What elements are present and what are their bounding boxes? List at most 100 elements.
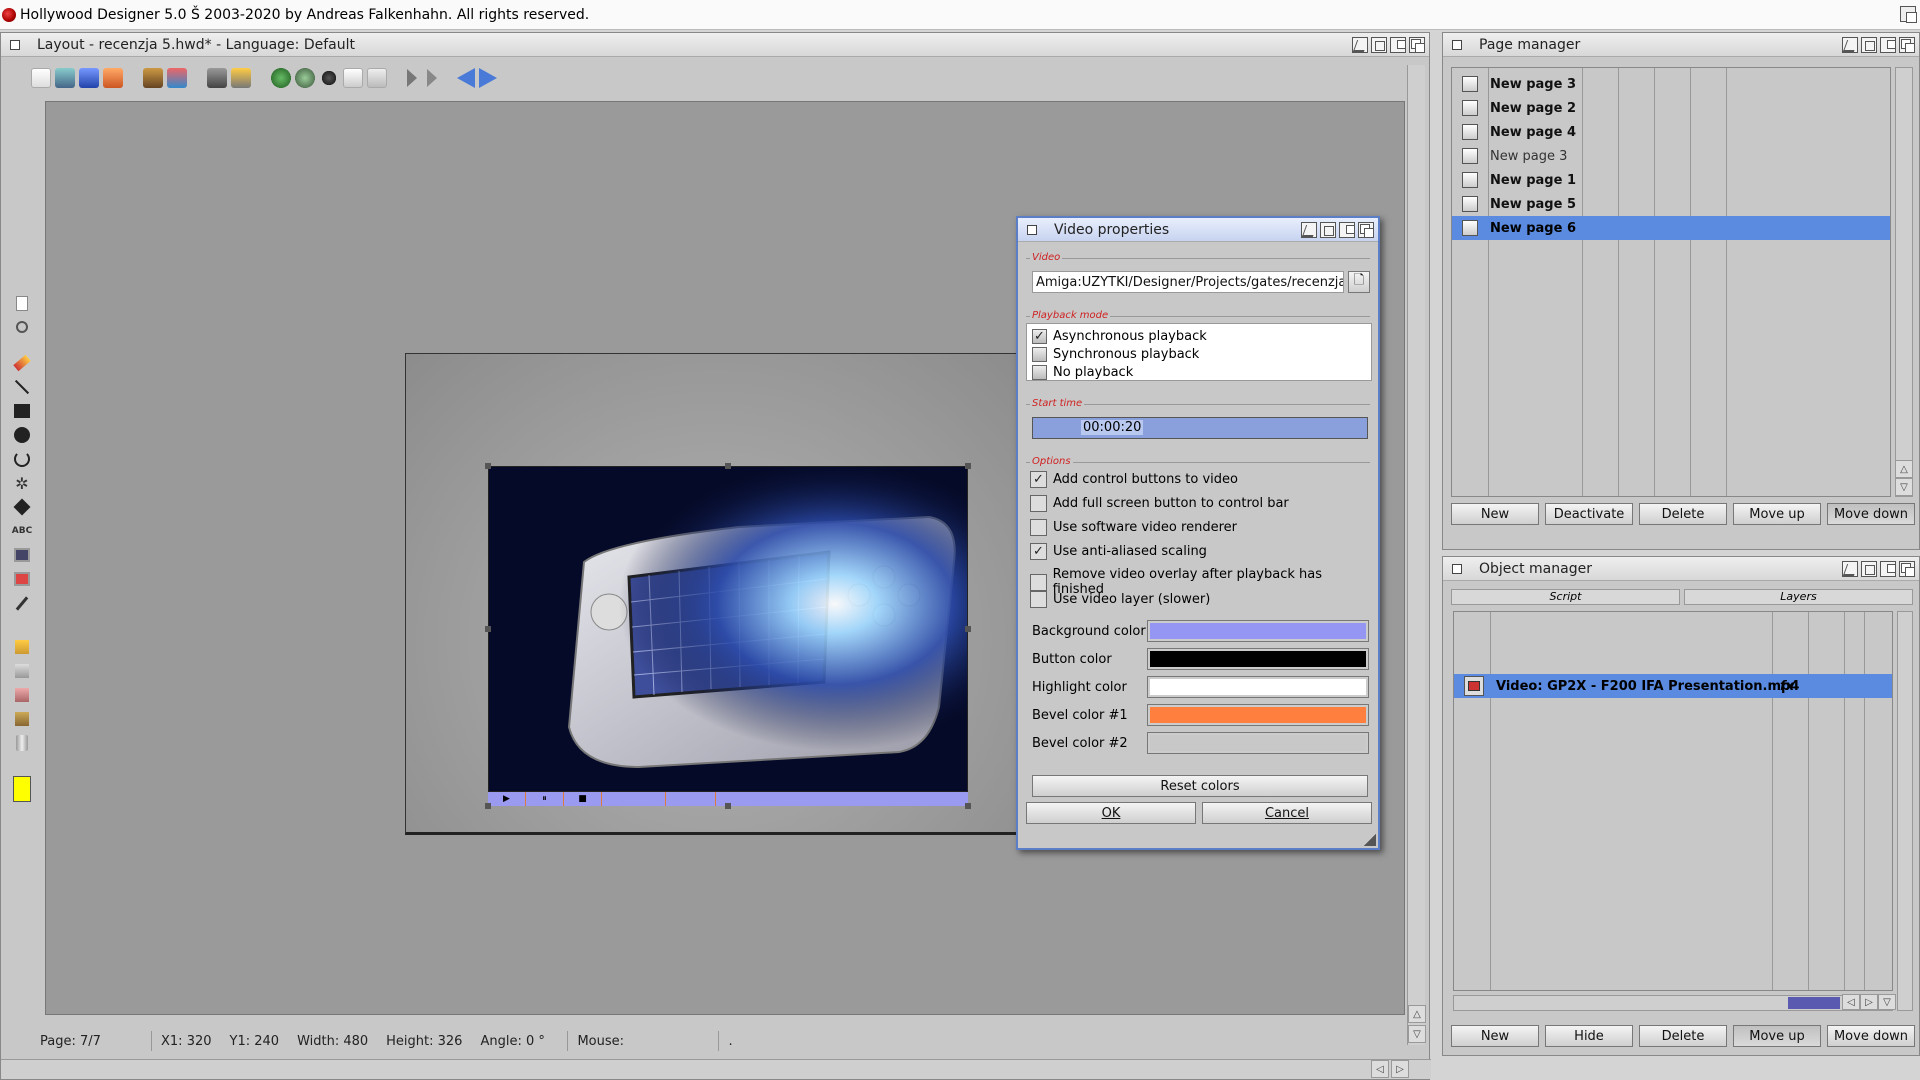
tab-script[interactable]: Script [1451,589,1680,605]
fx-icon[interactable]: fx [1780,679,1794,694]
video-pause-button[interactable]: ⏸ [526,792,564,806]
close-icon[interactable] [1027,225,1037,235]
page-list-item[interactable]: New page 3 [1452,72,1890,96]
option-checkbox[interactable] [1030,573,1047,591]
paint-tool-icon[interactable] [13,637,31,657]
cancel-button[interactable]: Cancel [1202,802,1372,824]
hide-object-button[interactable]: Hide [1545,1025,1633,1047]
page-checkbox[interactable] [1462,172,1478,188]
zoom-icon[interactable] [1390,37,1406,53]
page-list-item[interactable]: New page 3 [1452,144,1890,168]
color-swatch-button[interactable] [1147,676,1369,698]
depth-icon[interactable] [1409,37,1425,53]
page-list-item[interactable]: New page 6 [1452,216,1890,240]
line-tool-icon[interactable] [13,377,31,397]
move-up-object-button[interactable]: Move up [1733,1025,1821,1047]
open-icon[interactable] [55,68,75,88]
playback-option[interactable]: No playback [1032,365,1133,380]
resize-handle[interactable] [725,803,731,809]
resize-handle[interactable] [725,463,731,469]
page-tool-icon[interactable] [13,293,31,313]
scroll-up-icon[interactable]: △ [1408,1005,1426,1023]
import-icon[interactable] [143,68,163,88]
eyedropper-tool-icon[interactable] [13,593,31,613]
text-tool-icon[interactable]: ABC [12,521,32,541]
browse-file-icon[interactable]: 🗋 [1348,271,1370,293]
video-object[interactable] [488,466,968,792]
move-down-page-button[interactable]: Move down [1827,503,1915,525]
mask-tool-icon[interactable] [13,685,31,705]
depth-icon[interactable] [1899,37,1915,53]
move-down-object-button[interactable]: Move down [1827,1025,1915,1047]
brush-tool-icon[interactable] [13,353,31,373]
zoom-tool-icon[interactable] [13,317,31,337]
save-icon[interactable] [79,68,99,88]
option-checkbox[interactable] [1030,519,1047,536]
resize-handle[interactable] [965,803,971,809]
video-path-input[interactable] [1032,271,1344,293]
page-list-scrollbar[interactable]: △ ▽ [1895,67,1913,497]
page-checkbox[interactable] [1462,100,1478,116]
page-checkbox[interactable] [1462,148,1478,164]
horizontal-scrollbar[interactable]: ◁ ▷ [1,1059,1431,1079]
page-checkbox[interactable] [1462,124,1478,140]
snapshot-icon[interactable] [1320,222,1336,238]
page-list-item[interactable]: New page 5 [1452,192,1890,216]
depth-gadget-icon[interactable] [1900,6,1917,23]
page-checkbox[interactable] [1462,76,1478,92]
scroll-right-icon[interactable]: ▷ [1391,1060,1409,1078]
fill-color-swatch[interactable] [13,776,31,802]
arc-tool-icon[interactable] [13,449,31,469]
option-checkbox[interactable]: ✓ [1030,543,1047,560]
color-swatch-button[interactable] [1147,620,1369,642]
zoom-icon[interactable] [1880,561,1896,577]
option-checkbox-row[interactable]: Use software video renderer [1030,519,1237,536]
option-checkbox-row[interactable]: ✓ Use anti-aliased scaling [1030,543,1207,560]
iconify-icon[interactable] [1352,37,1368,53]
option-checkbox-row[interactable]: Use video layer (slower) [1030,591,1210,608]
iconify-icon[interactable] [1842,561,1858,577]
anim-tool-icon[interactable] [13,661,31,681]
cut-icon[interactable] [319,68,339,88]
play-icon[interactable] [407,69,417,87]
play-from-icon[interactable] [427,69,437,87]
video-play-button[interactable]: ▶ [488,792,526,806]
delete-object-button[interactable]: Delete [1639,1025,1727,1047]
depth-icon[interactable] [1358,222,1374,238]
camera-icon[interactable] [207,68,227,88]
option-checkbox[interactable] [1030,495,1047,512]
prev-page-icon[interactable] [457,68,475,88]
move-up-page-button[interactable]: Move up [1733,503,1821,525]
resize-grip-icon[interactable] [1364,834,1376,846]
option-checkbox[interactable]: ✓ [1030,471,1047,488]
circle-tool-icon[interactable] [13,425,31,445]
scroll-down-icon[interactable]: ▽ [1895,478,1913,496]
object-list-vscrollbar[interactable] [1897,611,1913,1011]
deactivate-page-button[interactable]: Deactivate [1545,503,1633,525]
polygon-tool-icon[interactable] [13,497,31,517]
color-swatch-button[interactable] [1147,704,1369,726]
color-swatch-button[interactable] [1147,732,1369,754]
scroll-thumb[interactable] [1788,997,1840,1009]
start-time-field[interactable]: 00:00:20 [1032,417,1368,439]
playback-option[interactable]: ✓ Asynchronous playback [1032,329,1207,344]
video-stop-button[interactable]: ■ [564,792,602,806]
playback-radio[interactable] [1032,347,1047,362]
image-tool-icon[interactable] [13,545,31,565]
new-icon[interactable] [31,68,51,88]
next-page-icon[interactable] [479,68,497,88]
scroll-right-icon[interactable]: ▷ [1860,994,1878,1010]
playback-radio[interactable] [1032,365,1047,380]
ok-button[interactable]: OK [1026,802,1196,824]
undo-icon[interactable] [271,68,291,88]
page-list-item[interactable]: New page 4 [1452,120,1890,144]
close-icon[interactable] [10,40,20,50]
resize-handle[interactable] [485,626,491,632]
vertical-scrollbar[interactable]: △ ▽ [1407,65,1426,1045]
copy-icon[interactable] [343,68,363,88]
page-list-item[interactable]: New page 2 [1452,96,1890,120]
option-checkbox-row[interactable]: ✓ Add control buttons to video [1030,471,1238,488]
snapshot-icon[interactable] [1371,37,1387,53]
option-checkbox[interactable] [1030,591,1047,608]
snapshot-icon[interactable] [1861,37,1877,53]
